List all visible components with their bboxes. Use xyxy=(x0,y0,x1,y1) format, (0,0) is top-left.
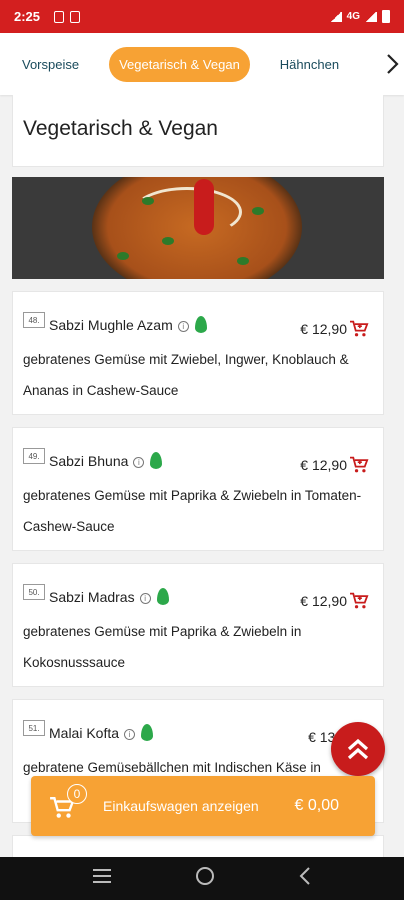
tab-haehnchen[interactable]: Hähnchen xyxy=(270,47,349,82)
signal-icon xyxy=(365,11,377,22)
status-bar: 2:25 4G xyxy=(0,0,404,33)
info-icon[interactable]: i xyxy=(133,456,145,468)
leaf-icon xyxy=(141,724,154,741)
item-price: € 12,90 xyxy=(300,457,347,473)
info-icon[interactable]: i xyxy=(124,728,136,740)
item-name: Sabzi Bhuna xyxy=(49,453,129,469)
back-chevron-icon xyxy=(299,866,311,885)
notification-icon xyxy=(54,10,65,23)
item-price: € 12,90 xyxy=(300,593,347,609)
menu-lines-icon xyxy=(92,869,111,883)
tab-vorspeise[interactable]: Vorspeise xyxy=(12,47,89,82)
add-to-cart-icon[interactable] xyxy=(349,456,369,474)
battery-icon xyxy=(382,10,390,23)
status-time: 2:25 xyxy=(14,9,41,24)
view-cart-button[interactable]: 0 Einkaufswagen anzeigen € 0,00 xyxy=(31,776,375,836)
leaf-icon xyxy=(156,588,169,605)
menu-item[interactable]: 49. Sabzi Bhuna i € 12,90 gebratenes Gemü… xyxy=(12,427,384,551)
back-button[interactable] xyxy=(298,866,312,892)
section-header: Vegetarisch & Vegan xyxy=(12,95,384,167)
info-icon[interactable]: i xyxy=(177,320,189,332)
scroll-to-top-button[interactable] xyxy=(331,722,385,776)
status-indicators: 4G xyxy=(329,10,390,23)
item-description: gebratenes Gemüse mit Paprika & Zwiebeln… xyxy=(23,488,362,534)
leaf-icon xyxy=(150,452,163,469)
category-tabs: Vorspeise Vegetarisch & Vegan Hähnchen L… xyxy=(0,33,404,95)
item-number: 51. xyxy=(23,720,45,736)
cart-total: € 0,00 xyxy=(294,797,339,814)
item-number: 50. xyxy=(23,584,45,600)
home-button[interactable] xyxy=(195,866,215,892)
item-number: 49. xyxy=(23,448,45,464)
menu-item[interactable] xyxy=(12,835,384,857)
recent-apps-button[interactable] xyxy=(92,867,112,890)
item-name: Sabzi Madras xyxy=(49,589,135,605)
leaf-icon xyxy=(194,316,207,333)
chevron-right-icon[interactable] xyxy=(380,33,404,95)
add-to-cart-icon[interactable] xyxy=(349,592,369,610)
category-image xyxy=(12,177,384,279)
wifi-icon xyxy=(329,11,342,22)
home-circle-icon xyxy=(195,866,214,885)
info-icon[interactable]: i xyxy=(139,592,151,604)
tab-vegetarisch-vegan[interactable]: Vegetarisch & Vegan xyxy=(109,46,250,82)
cart-count-badge: 0 xyxy=(67,784,87,804)
item-description: gebratenes Gemüse mit Paprika & Zwiebeln… xyxy=(23,624,302,670)
item-name: Malai Kofta xyxy=(49,725,120,741)
item-number: 48. xyxy=(23,312,45,328)
double-chevron-up-icon xyxy=(347,738,369,760)
menu-item[interactable]: 50. Sabzi Madras i € 12,90 gebratenes Gem… xyxy=(12,563,384,687)
item-description: gebratenes Gemüse mit Zwiebel, Ingwer, K… xyxy=(23,352,349,398)
item-price: € 12,90 xyxy=(300,321,347,337)
cart-label: Einkaufswagen anzeigen xyxy=(103,798,259,814)
network-type: 4G xyxy=(346,11,360,22)
add-to-cart-icon[interactable] xyxy=(349,320,369,338)
menu-item[interactable]: 48. Sabzi Mughle Azam i € 12,90 gebratene… xyxy=(12,291,384,415)
section-title: Vegetarisch & Vegan xyxy=(23,117,218,140)
notification-icon xyxy=(70,10,81,23)
item-name: Sabzi Mughle Azam xyxy=(49,317,173,333)
system-nav-bar xyxy=(0,857,404,900)
